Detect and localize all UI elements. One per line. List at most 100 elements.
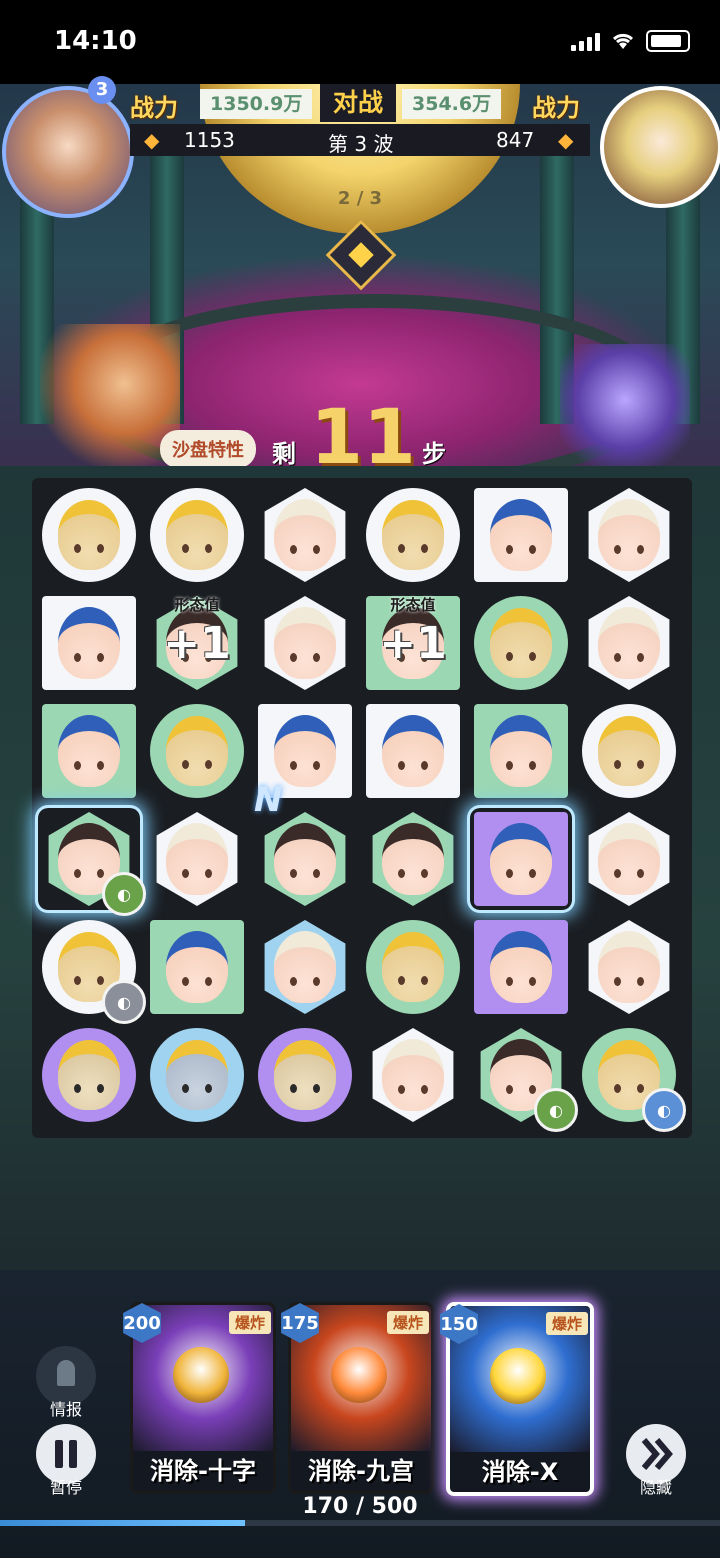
hero-orange-icon xyxy=(166,931,228,1003)
hero-yellow-icon xyxy=(598,716,660,786)
tile-square xyxy=(474,812,568,906)
hero-owl-icon xyxy=(274,1040,336,1110)
board-tile[interactable] xyxy=(146,916,248,1018)
board-tile[interactable] xyxy=(578,592,680,694)
board-tile[interactable]: 形态值 +1 xyxy=(362,592,464,694)
board-tile[interactable] xyxy=(362,1024,464,1126)
tile-circle xyxy=(150,1028,244,1122)
skill-name: 消除-十字 xyxy=(133,1451,273,1491)
board-tile[interactable] xyxy=(470,592,572,694)
tile-circle xyxy=(582,704,676,798)
board-tile[interactable]: ◐ xyxy=(38,808,146,916)
enemy-avatar[interactable] xyxy=(600,86,720,208)
player-power-value: 1350.9万 xyxy=(200,89,313,119)
board-tile[interactable] xyxy=(146,484,248,586)
hero-orange-icon xyxy=(58,715,120,787)
hero-yellow-icon xyxy=(58,500,120,570)
tile-hexagon xyxy=(264,596,346,690)
tile-square xyxy=(150,920,244,1014)
board-tile[interactable] xyxy=(146,700,248,802)
board-tile[interactable] xyxy=(254,916,356,1018)
tile-square xyxy=(474,920,568,1014)
tile-hexagon xyxy=(264,920,346,1014)
board-tile[interactable] xyxy=(38,592,140,694)
hero-blue-icon xyxy=(382,1039,444,1111)
board-tile[interactable] xyxy=(254,592,356,694)
tile-hexagon xyxy=(588,596,670,690)
sandbox-trait-button[interactable]: 沙盘特性 xyxy=(160,430,256,468)
skill-card[interactable]: 200 爆炸 消除-十字 xyxy=(123,1302,276,1494)
board-tile[interactable] xyxy=(38,1024,140,1126)
steps-label: 步 xyxy=(422,440,446,468)
tile-square xyxy=(474,704,568,798)
skill-type-tag: 爆炸 xyxy=(228,1311,271,1334)
board-tile[interactable] xyxy=(254,808,356,910)
tile-square xyxy=(474,488,568,582)
board-tile[interactable] xyxy=(254,1024,356,1126)
energy-bar xyxy=(0,1520,720,1526)
enemy-star-icon: ◆ xyxy=(558,128,574,152)
board-tile[interactable] xyxy=(578,808,680,910)
pause-icon xyxy=(55,1440,77,1468)
tile-square xyxy=(42,704,136,798)
board-tile[interactable]: ◐ xyxy=(470,1024,578,1132)
board-tile[interactable] xyxy=(578,700,680,802)
board-tile[interactable] xyxy=(146,1024,248,1126)
wave-label: 第 3 波 xyxy=(328,132,394,156)
skull-icon xyxy=(490,1348,546,1404)
skill-name: 消除-X xyxy=(450,1452,590,1492)
hero-yellow-icon xyxy=(382,500,444,570)
tile-hexagon xyxy=(588,488,670,582)
player-star-icon: ◆ xyxy=(144,128,160,152)
skill-card[interactable]: 175 爆炸 消除-九宫 xyxy=(281,1302,434,1494)
skill-type-tag: 爆炸 xyxy=(545,1312,588,1335)
hero-blue-icon xyxy=(598,823,660,895)
board-tile[interactable] xyxy=(38,700,140,802)
board-tile[interactable]: 形态值 +1 xyxy=(146,592,248,694)
tile-hexagon xyxy=(372,1028,454,1122)
tile-circle xyxy=(150,488,244,582)
skull-icon xyxy=(173,1347,229,1403)
board-tile[interactable] xyxy=(578,916,680,1018)
battery-icon xyxy=(646,30,690,52)
board-tile[interactable]: ◐ xyxy=(578,1024,686,1132)
board-tile[interactable] xyxy=(362,808,464,910)
hero-orange-icon xyxy=(274,715,336,787)
hero-yellow-icon xyxy=(166,716,228,786)
board-tile[interactable] xyxy=(470,916,572,1018)
tile-hexagon xyxy=(156,812,238,906)
hero-blue-icon xyxy=(274,499,336,571)
board-tile[interactable] xyxy=(38,484,140,586)
hero-orange-icon xyxy=(490,715,552,787)
intel-icon xyxy=(57,1360,75,1386)
vs-label: 对战 xyxy=(320,84,396,122)
player-avatar[interactable] xyxy=(2,86,134,218)
form-value-bonus: +1 xyxy=(379,618,447,669)
board-tile[interactable]: ◐ xyxy=(38,916,146,1024)
tile-square xyxy=(366,704,460,798)
hero-blue-icon xyxy=(274,607,336,679)
board-tile[interactable] xyxy=(470,484,572,586)
board-tile[interactable] xyxy=(362,916,464,1018)
board-tile[interactable] xyxy=(578,484,680,586)
skill-card[interactable]: 150 爆炸 消除-X xyxy=(440,1302,594,1496)
tile-circle xyxy=(366,488,460,582)
element-badge-icon: ◐ xyxy=(102,872,146,916)
tile-square xyxy=(42,596,136,690)
board-tile[interactable] xyxy=(470,808,572,910)
board-tile[interactable] xyxy=(362,700,464,802)
hero-orange-icon xyxy=(490,823,552,895)
board-tile[interactable] xyxy=(470,700,572,802)
remaining-label: 剩 xyxy=(272,440,296,468)
hero-blue-icon xyxy=(166,823,228,895)
board-tile[interactable] xyxy=(254,484,356,586)
hero-blue-icon xyxy=(598,931,660,1003)
status-icons xyxy=(571,30,690,52)
enemy-character xyxy=(560,344,690,484)
hero-yellow-icon xyxy=(382,932,444,1002)
board-tile[interactable] xyxy=(362,484,464,586)
tile-circle xyxy=(150,704,244,798)
board-tile[interactable] xyxy=(146,808,248,910)
enemy-power-value: 354.6万 xyxy=(402,89,502,119)
form-value-label: 形态值 xyxy=(390,596,436,614)
